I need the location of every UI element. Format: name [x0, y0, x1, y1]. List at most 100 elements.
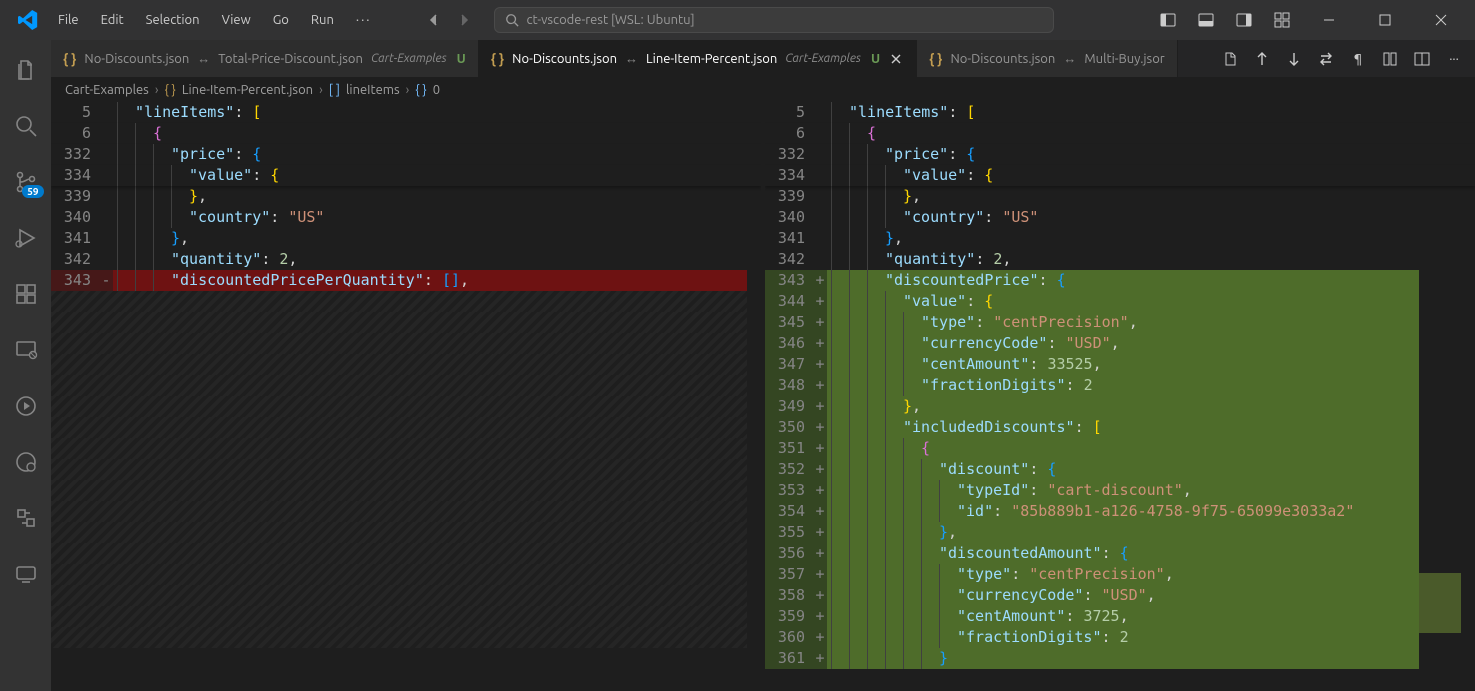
command-center-search[interactable]: ct-vscode-rest [WSL: Ubuntu] [494, 7, 1054, 33]
diff-sign: - [99, 270, 113, 291]
breadcrumb-item[interactable]: Cart-Examples [65, 83, 149, 97]
overview-ruler[interactable] [747, 102, 761, 691]
window-maximize-icon[interactable] [1363, 4, 1407, 36]
minimap[interactable] [1419, 102, 1461, 691]
tab-label-right: Line-Item-Percent.json [646, 52, 777, 66]
code-line[interactable]: 334"value": { [51, 165, 761, 186]
menu-selection[interactable]: Selection [136, 9, 210, 31]
activity-search-icon[interactable] [2, 102, 50, 150]
diff-sign: + [813, 564, 827, 585]
nav-back-icon[interactable] [422, 8, 446, 32]
menu-go[interactable]: Go [263, 9, 299, 31]
layout-customize-icon[interactable] [1269, 7, 1295, 33]
tab-label-left: No-Discounts.json [84, 52, 189, 66]
code-line[interactable]: 350+"includedDiscounts": [ [765, 417, 1475, 438]
activity-extensions-icon[interactable] [2, 270, 50, 318]
breadcrumb-item[interactable]: lineItems [346, 83, 400, 97]
tab-line-item-percent[interactable]: { } No-Discounts.json ↔ Line-Item-Percen… [479, 40, 917, 77]
close-tab-icon[interactable] [888, 51, 904, 67]
diff-pane-modified[interactable]: 5"lineItems": [6{332"price": {334"value"… [765, 102, 1475, 691]
layout-panel-bottom-icon[interactable] [1193, 7, 1219, 33]
line-number: 334 [51, 165, 99, 186]
menu-view[interactable]: View [212, 9, 261, 31]
breadcrumb-item[interactable]: 0 [433, 83, 440, 97]
arrow-up-icon[interactable] [1249, 46, 1275, 72]
code-line[interactable]: 345+"type": "centPrecision", [765, 312, 1475, 333]
more-actions-icon[interactable]: ··· [1441, 46, 1467, 72]
code-line[interactable]: 332"price": { [765, 144, 1475, 165]
layout-sidebar-right-icon[interactable] [1231, 7, 1257, 33]
code-line[interactable]: 339}, [765, 186, 1475, 207]
code-line[interactable]: 332"price": { [51, 144, 761, 165]
layout-sidebar-left-icon[interactable] [1155, 7, 1181, 33]
activity-remote-icon[interactable] [2, 326, 50, 374]
diff-pane-original[interactable]: 5"lineItems": [6{332"price": {334"value"… [51, 102, 765, 691]
code-line[interactable]: 353+"typeId": "cart-discount", [765, 480, 1475, 501]
code-line[interactable]: 349+}, [765, 396, 1475, 417]
vscode-icon [16, 8, 40, 32]
code-line[interactable]: 351+{ [765, 438, 1475, 459]
code-line[interactable]: 340"country": "US" [765, 207, 1475, 228]
code-line[interactable]: 357+"type": "centPrecision", [765, 564, 1475, 585]
code-line[interactable]: 346+"currencyCode": "USD", [765, 333, 1475, 354]
code-line[interactable]: 344+"value": { [765, 291, 1475, 312]
code-line[interactable]: 339}, [51, 186, 761, 207]
line-number: 361 [765, 648, 813, 669]
activity-run-debug-icon[interactable] [2, 214, 50, 262]
code-line[interactable]: 340"country": "US" [51, 207, 761, 228]
code-line[interactable]: 359+"centAmount": 3725, [765, 606, 1475, 627]
window-minimize-icon[interactable] [1307, 4, 1351, 36]
activity-explorer-icon[interactable] [2, 46, 50, 94]
code-line[interactable]: 6{ [765, 123, 1475, 144]
tab-total-price-discount[interactable]: { } No-Discounts.json ↔ Total-Price-Disc… [51, 40, 479, 77]
menu-edit[interactable]: Edit [91, 9, 134, 31]
code-line[interactable]: 354+"id": "85b889b1-a126-4758-9f75-65099… [765, 501, 1475, 522]
overview-ruler[interactable] [1461, 102, 1475, 691]
code-line[interactable]: 342"quantity": 2, [51, 249, 761, 270]
code-line[interactable]: 347+"centAmount": 33525, [765, 354, 1475, 375]
whitespace-icon[interactable]: ¶ [1345, 46, 1371, 72]
code-line[interactable]: 342"quantity": 2, [765, 249, 1475, 270]
tab-label-right: Multi-Buy.jsor [1084, 52, 1164, 66]
code-line[interactable]: 348+"fractionDigits": 2 [765, 375, 1475, 396]
json-file-icon: { } [491, 51, 504, 67]
diff-inline-icon[interactable] [1377, 46, 1403, 72]
code-line[interactable]: 352+"discount": { [765, 459, 1475, 480]
line-number: 350 [765, 417, 813, 438]
code-line[interactable]: 356+"discountedAmount": { [765, 543, 1475, 564]
code-line[interactable]: 5"lineItems": [ [765, 102, 1475, 123]
swap-icon[interactable] [1313, 46, 1339, 72]
activity-extension-1-icon[interactable] [2, 438, 50, 486]
line-number: 342 [51, 249, 99, 270]
code-line[interactable]: 341}, [765, 228, 1475, 249]
diff-sign: + [813, 291, 827, 312]
diff-sign [813, 102, 827, 123]
diff-placeholder-line [51, 312, 761, 333]
window-close-icon[interactable] [1419, 4, 1463, 36]
code-line[interactable]: 360+"fractionDigits": 2 [765, 627, 1475, 648]
menu-more-icon[interactable]: ··· [346, 9, 382, 31]
breadcrumb-item[interactable]: Line-Item-Percent.json [182, 83, 313, 97]
code-line[interactable]: 355+}, [765, 522, 1475, 543]
code-line[interactable]: 343+"discountedPrice": { [765, 270, 1475, 291]
split-editor-icon[interactable] [1409, 46, 1435, 72]
tab-multi-buy[interactable]: { } No-Discounts.json ↔ Multi-Buy.jsor [917, 40, 1178, 77]
menu-file[interactable]: File [48, 9, 89, 31]
code-line[interactable]: 334"value": { [765, 165, 1475, 186]
activity-source-control-icon[interactable]: 59 [2, 158, 50, 206]
activity-extension-2-icon[interactable] [2, 494, 50, 542]
activity-extension-3-icon[interactable] [2, 550, 50, 598]
menu-run[interactable]: Run [301, 9, 344, 31]
breadcrumb[interactable]: Cart-Examples › { } Line-Item-Percent.js… [51, 78, 1475, 102]
code-line[interactable]: 361+} [765, 648, 1475, 669]
nav-forward-icon[interactable] [452, 8, 476, 32]
code-line[interactable]: 358+"currencyCode": "USD", [765, 585, 1475, 606]
code-line[interactable]: 341}, [51, 228, 761, 249]
arrow-down-icon[interactable] [1281, 46, 1307, 72]
editor-region: { } No-Discounts.json ↔ Total-Price-Disc… [51, 40, 1475, 691]
compare-open-file-icon[interactable] [1217, 46, 1243, 72]
code-line[interactable]: 5"lineItems": [ [51, 102, 761, 123]
activity-testing-icon[interactable] [2, 382, 50, 430]
code-line[interactable]: 343-"discountedPricePerQuantity": [], [51, 270, 761, 291]
code-line[interactable]: 6{ [51, 123, 761, 144]
